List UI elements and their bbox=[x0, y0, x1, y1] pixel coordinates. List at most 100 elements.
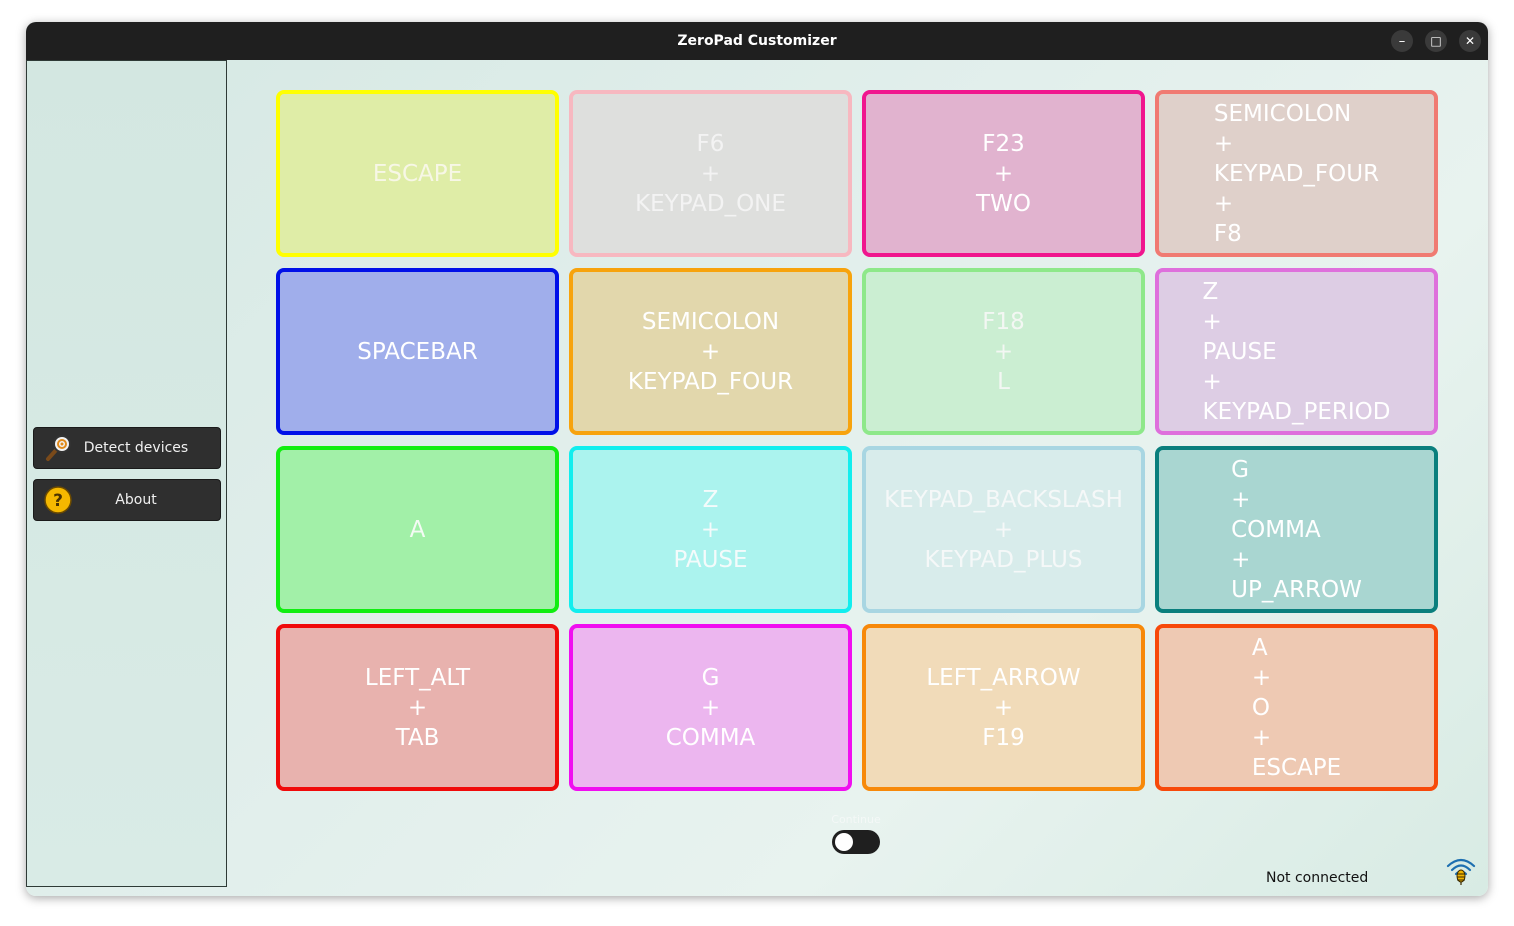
key-button-6[interactable]: SEMICOLON + KEYPAD_FOUR bbox=[569, 268, 852, 435]
key-label: LEFT_ALT + TAB bbox=[365, 663, 470, 753]
app-window: ZeroPad Customizer – □ ✕ Detect devices … bbox=[26, 22, 1488, 896]
key-button-3[interactable]: F23 + TWO bbox=[862, 90, 1145, 257]
key-label-line: A bbox=[1251, 634, 1268, 661]
key-button-1[interactable]: ESCAPE bbox=[276, 90, 559, 257]
key-label-line: + bbox=[700, 694, 721, 721]
key-label-line: + bbox=[1231, 486, 1251, 513]
key-label-line: F8 bbox=[1213, 220, 1242, 247]
key-grid: ESCAPE F6 + KEYPAD_ONE F23 + TWO SEMICOLON + KEYP… bbox=[276, 90, 1438, 792]
maximize-icon: □ bbox=[1430, 34, 1442, 48]
key-label-line: + bbox=[700, 338, 721, 365]
key-label: G + COMMA bbox=[666, 663, 756, 753]
key-label: F18 + L bbox=[982, 307, 1025, 397]
key-label-line: Z bbox=[1202, 278, 1219, 305]
key-label-line: Z bbox=[702, 486, 719, 513]
key-button-11[interactable]: KEYPAD_BACKSLASH + KEYPAD_PLUS bbox=[862, 446, 1145, 613]
continue-toggle[interactable] bbox=[832, 830, 880, 854]
key-label: A bbox=[410, 515, 426, 545]
key-label: F6 + KEYPAD_ONE bbox=[635, 129, 786, 219]
key-label: Z + PAUSE bbox=[673, 485, 747, 575]
key-label-line: + bbox=[1202, 368, 1222, 395]
key-label-line: + bbox=[700, 516, 721, 543]
minimize-button[interactable]: – bbox=[1391, 30, 1413, 52]
maximize-button[interactable]: □ bbox=[1425, 30, 1447, 52]
detect-devices-label: Detect devices bbox=[83, 440, 189, 456]
about-label: About bbox=[115, 492, 157, 508]
key-button-13[interactable]: LEFT_ALT + TAB bbox=[276, 624, 559, 791]
close-button[interactable]: ✕ bbox=[1459, 30, 1481, 52]
key-label-line: KEYPAD_FOUR bbox=[1213, 160, 1380, 187]
key-label-line: F23 bbox=[982, 130, 1025, 157]
key-label-line: + bbox=[993, 516, 1014, 543]
key-label: A + O + ESCAPE bbox=[1252, 633, 1341, 783]
key-label-line: KEYPAD_PLUS bbox=[924, 546, 1083, 573]
key-label-line: KEYPAD_ONE bbox=[635, 190, 786, 217]
key-label-line: PAUSE bbox=[673, 546, 748, 573]
key-button-8[interactable]: Z + PAUSE + KEYPAD_PERIOD bbox=[1155, 268, 1438, 435]
key-button-2[interactable]: F6 + KEYPAD_ONE bbox=[569, 90, 852, 257]
detect-devices-button[interactable]: Detect devices bbox=[33, 427, 221, 469]
key-button-12[interactable]: G + COMMA + UP_ARROW bbox=[1155, 446, 1438, 613]
toggle-knob bbox=[835, 833, 853, 851]
key-label-line: PAUSE bbox=[1202, 338, 1277, 365]
key-label-line: COMMA bbox=[1231, 516, 1321, 543]
key-label-line: SEMICOLON bbox=[1213, 100, 1352, 127]
key-button-10[interactable]: Z + PAUSE bbox=[569, 446, 852, 613]
key-label-line: LEFT_ARROW bbox=[926, 664, 1081, 691]
key-label-line: SPACEBAR bbox=[357, 338, 478, 365]
window-title: ZeroPad Customizer bbox=[677, 33, 837, 49]
key-button-7[interactable]: F18 + L bbox=[862, 268, 1145, 435]
key-label-line: O bbox=[1251, 694, 1270, 721]
about-button[interactable]: ? About bbox=[33, 479, 221, 521]
key-label-line: + bbox=[407, 694, 428, 721]
key-label-line: A bbox=[409, 516, 426, 543]
key-label-line: + bbox=[1213, 190, 1234, 217]
key-label-line: + bbox=[1251, 664, 1272, 691]
key-label: LEFT_ARROW + F19 bbox=[926, 663, 1080, 753]
key-button-4[interactable]: SEMICOLON + KEYPAD_FOUR + F8 bbox=[1155, 90, 1438, 257]
key-label-line: COMMA bbox=[665, 724, 756, 751]
key-label: SPACEBAR bbox=[357, 337, 477, 367]
key-label-line: F6 bbox=[696, 130, 725, 157]
wifi-bug-icon bbox=[1446, 858, 1476, 885]
key-label-line: LEFT_ALT bbox=[364, 664, 471, 691]
key-label: SEMICOLON + KEYPAD_FOUR + F8 bbox=[1214, 99, 1379, 249]
key-label: SEMICOLON + KEYPAD_FOUR bbox=[628, 307, 793, 397]
key-button-16[interactable]: A + O + ESCAPE bbox=[1155, 624, 1438, 791]
key-label-line: G bbox=[701, 664, 720, 691]
key-label: G + COMMA + UP_ARROW bbox=[1231, 455, 1362, 605]
key-label-line: + bbox=[993, 694, 1014, 721]
key-label-line: F19 bbox=[982, 724, 1025, 751]
key-button-15[interactable]: LEFT_ARROW + F19 bbox=[862, 624, 1145, 791]
key-label: Z + PAUSE + KEYPAD_PERIOD bbox=[1203, 277, 1391, 427]
key-label-line: KEYPAD_PERIOD bbox=[1202, 398, 1391, 425]
key-label-line: SEMICOLON bbox=[641, 308, 780, 335]
key-label: KEYPAD_BACKSLASH + KEYPAD_PLUS bbox=[884, 485, 1123, 575]
key-label-line: + bbox=[1251, 724, 1272, 751]
key-button-5[interactable]: SPACEBAR bbox=[276, 268, 559, 435]
key-label-line: + bbox=[993, 160, 1014, 187]
key-label-line: G bbox=[1231, 456, 1249, 483]
key-label-line: KEYPAD_BACKSLASH bbox=[884, 486, 1123, 513]
key-label: ESCAPE bbox=[373, 159, 462, 189]
key-label-line: ESCAPE bbox=[372, 160, 463, 187]
key-button-9[interactable]: A bbox=[276, 446, 559, 613]
key-label-line: KEYPAD_FOUR bbox=[627, 368, 794, 395]
key-label-line: + bbox=[1231, 546, 1251, 573]
toggle-label: Continue bbox=[831, 813, 881, 826]
key-label-line: + bbox=[1202, 308, 1222, 335]
key-label-line: + bbox=[700, 160, 721, 187]
key-button-14[interactable]: G + COMMA bbox=[569, 624, 852, 791]
close-icon: ✕ bbox=[1464, 34, 1476, 48]
key-label-line: L bbox=[997, 368, 1010, 395]
key-label-line: TAB bbox=[395, 724, 440, 751]
key-label-line: F18 bbox=[982, 308, 1025, 335]
sidebar: Detect devices ? About bbox=[26, 60, 227, 887]
minimize-icon: – bbox=[1398, 33, 1406, 49]
key-label-line: ESCAPE bbox=[1251, 754, 1342, 781]
title-bar: ZeroPad Customizer – □ ✕ bbox=[26, 22, 1488, 60]
key-label-line: UP_ARROW bbox=[1231, 576, 1362, 603]
key-label-line: + bbox=[1213, 130, 1234, 157]
key-label-line: + bbox=[993, 338, 1014, 365]
connection-status: Not connected bbox=[1266, 870, 1369, 886]
